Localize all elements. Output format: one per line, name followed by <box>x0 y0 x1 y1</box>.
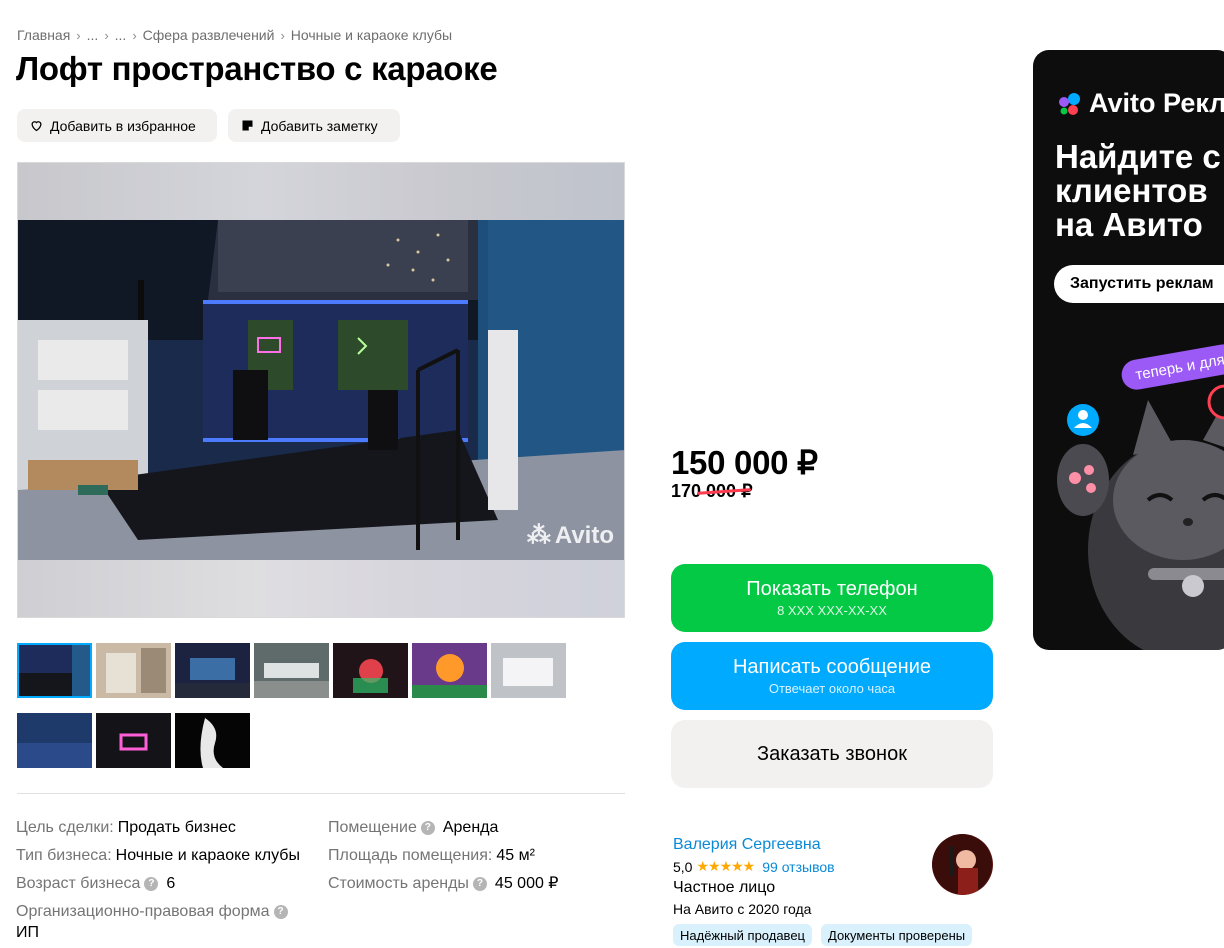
request-callback-button[interactable]: Заказать звонок <box>671 720 993 788</box>
params-right: Помещение ? Аренда Площадь помещения: 45… <box>328 814 558 898</box>
param-value: Продать бизнес <box>117 819 236 836</box>
help-icon[interactable]: ? <box>420 821 435 835</box>
thumbnail[interactable] <box>175 643 250 698</box>
avito-logo-icon: ⁂ <box>526 522 551 549</box>
thumbnail[interactable] <box>412 643 487 698</box>
request-callback-label: Заказать звонок <box>757 742 907 765</box>
breadcrumb-entertainment[interactable]: Сфера развлечений <box>143 27 275 43</box>
documents-verified-badge[interactable]: Документы проверены <box>821 924 973 946</box>
chevron-right-icon: › <box>280 27 285 43</box>
seller-rating: 5,0 ★★★★★ 99 отзывов <box>673 858 835 875</box>
breadcrumb-collapsed-2[interactable]: ... <box>115 27 127 43</box>
star-icons: ★★★★★ <box>696 858 755 874</box>
param-value: 45 м² <box>496 847 535 864</box>
breadcrumb-home[interactable]: Главная <box>17 27 70 43</box>
param-key: Цель сделки: <box>16 819 114 836</box>
rating-value: 5,0 <box>673 858 693 875</box>
old-price: 170 000 ₽ <box>671 481 753 502</box>
thumbnail[interactable] <box>96 713 171 768</box>
photo-blur-top <box>18 163 624 220</box>
photo-blur-bottom <box>18 560 624 617</box>
chevron-right-icon: › <box>104 27 109 43</box>
avito-watermark: ⁂ Avito <box>527 521 614 550</box>
reviews-link[interactable]: 99 отзывов <box>762 859 834 875</box>
add-to-favorites-button[interactable]: Добавить в избранное <box>17 109 217 142</box>
param-value: ИП <box>16 924 39 941</box>
param-key: Организационно-правовая форма <box>16 903 270 920</box>
thumbnail[interactable] <box>491 643 566 698</box>
note-icon <box>242 120 253 131</box>
avito-ads-logo: Avito Рекла <box>1057 88 1224 119</box>
breadcrumb-night-clubs[interactable]: Ночные и караоке клубы <box>291 27 452 43</box>
reliable-seller-badge[interactable]: Надёжный продавец <box>673 924 812 946</box>
param-row: Организационно-правовая форма ? <box>16 898 300 926</box>
param-row: Помещение ? Аренда <box>328 814 558 842</box>
param-row: ИП <box>16 924 300 941</box>
avito-dots-icon <box>1059 92 1080 115</box>
loft-photo: ⁂ Avito <box>18 220 624 562</box>
seller-since: На Авито с 2020 года <box>673 901 812 917</box>
favorites-label: Добавить в избранное <box>50 117 196 134</box>
show-phone-label: Показать телефон <box>746 578 918 600</box>
thumbnail[interactable] <box>96 643 171 698</box>
page-title: Лофт пространство с караоке <box>16 50 498 87</box>
ad-headline-line: клиентов <box>1055 172 1208 209</box>
thumbnail[interactable] <box>333 643 408 698</box>
chevron-right-icon: › <box>132 27 137 43</box>
phone-masked: 8 XXX XXX-XX-XX <box>777 603 887 618</box>
write-message-label: Написать сообщение <box>732 656 931 678</box>
param-key: Помещение <box>328 819 417 836</box>
param-key: Возраст бизнеса <box>16 875 141 892</box>
price: 150 000 ₽ <box>671 444 818 481</box>
write-message-button[interactable]: Написать сообщение Отвечает около часа <box>671 642 993 710</box>
add-note-button[interactable]: Добавить заметку <box>228 109 400 142</box>
main-photo[interactable]: ⁂ Avito <box>17 162 625 618</box>
seller-avatar[interactable] <box>932 834 993 895</box>
thumbnail[interactable] <box>254 643 329 698</box>
thumbnail[interactable] <box>175 713 250 768</box>
param-key: Площадь помещения: <box>328 847 493 864</box>
ad-banner[interactable]: Avito Рекла Найдите с клиентов на Авито … <box>1033 50 1224 650</box>
seller-type: Частное лицо <box>673 879 776 896</box>
param-value: Ночные и караоке клубы <box>115 847 300 864</box>
param-row: Тип бизнеса: Ночные и караоке клубы <box>16 842 300 870</box>
ad-headline-line: на Авито <box>1055 206 1203 243</box>
param-row: Площадь помещения: 45 м² <box>328 842 558 870</box>
thumbnail[interactable] <box>17 713 92 768</box>
watermark-text: Avito <box>554 521 614 549</box>
chevron-right-icon: › <box>76 27 81 43</box>
breadcrumb: Главная › ... › ... › Сфера развлечений … <box>17 27 452 43</box>
param-row: Цель сделки: Продать бизнес <box>16 814 300 842</box>
note-label: Добавить заметку <box>261 117 378 134</box>
show-phone-button[interactable]: Показать телефон 8 XXX XXX-XX-XX <box>671 564 993 632</box>
param-value: Аренда <box>442 819 499 836</box>
ad-headline-line: Найдите с <box>1055 138 1221 175</box>
param-key: Тип бизнеса: <box>16 847 112 864</box>
params-left: Цель сделки: Продать бизнес Тип бизнеса:… <box>16 814 300 941</box>
param-value: 6 <box>166 875 176 892</box>
param-value: 45 000 ₽ <box>494 875 559 892</box>
ad-logo-text: Avito Рекла <box>1089 88 1224 118</box>
thumbnail-strip <box>17 643 577 768</box>
param-row: Стоимость аренды ? 45 000 ₽ <box>328 870 558 898</box>
help-icon[interactable]: ? <box>472 877 487 891</box>
divider <box>17 793 625 794</box>
ad-headline: Найдите с клиентов на Авито <box>1055 140 1221 242</box>
response-time: Отвечает около часа <box>768 681 896 696</box>
param-key: Стоимость аренды <box>328 875 469 892</box>
heart-icon <box>31 121 42 132</box>
seller-name-link[interactable]: Валерия Сергеевна <box>673 836 821 854</box>
help-icon[interactable]: ? <box>144 877 159 891</box>
param-row: Возраст бизнеса ? 6 <box>16 870 300 898</box>
help-icon[interactable]: ? <box>273 905 288 919</box>
lucky-cat-illustration <box>1057 384 1224 650</box>
thumbnail[interactable] <box>17 643 92 698</box>
ad-launch-button[interactable]: Запустить реклам <box>1054 265 1224 303</box>
breadcrumb-collapsed-1[interactable]: ... <box>87 27 99 43</box>
